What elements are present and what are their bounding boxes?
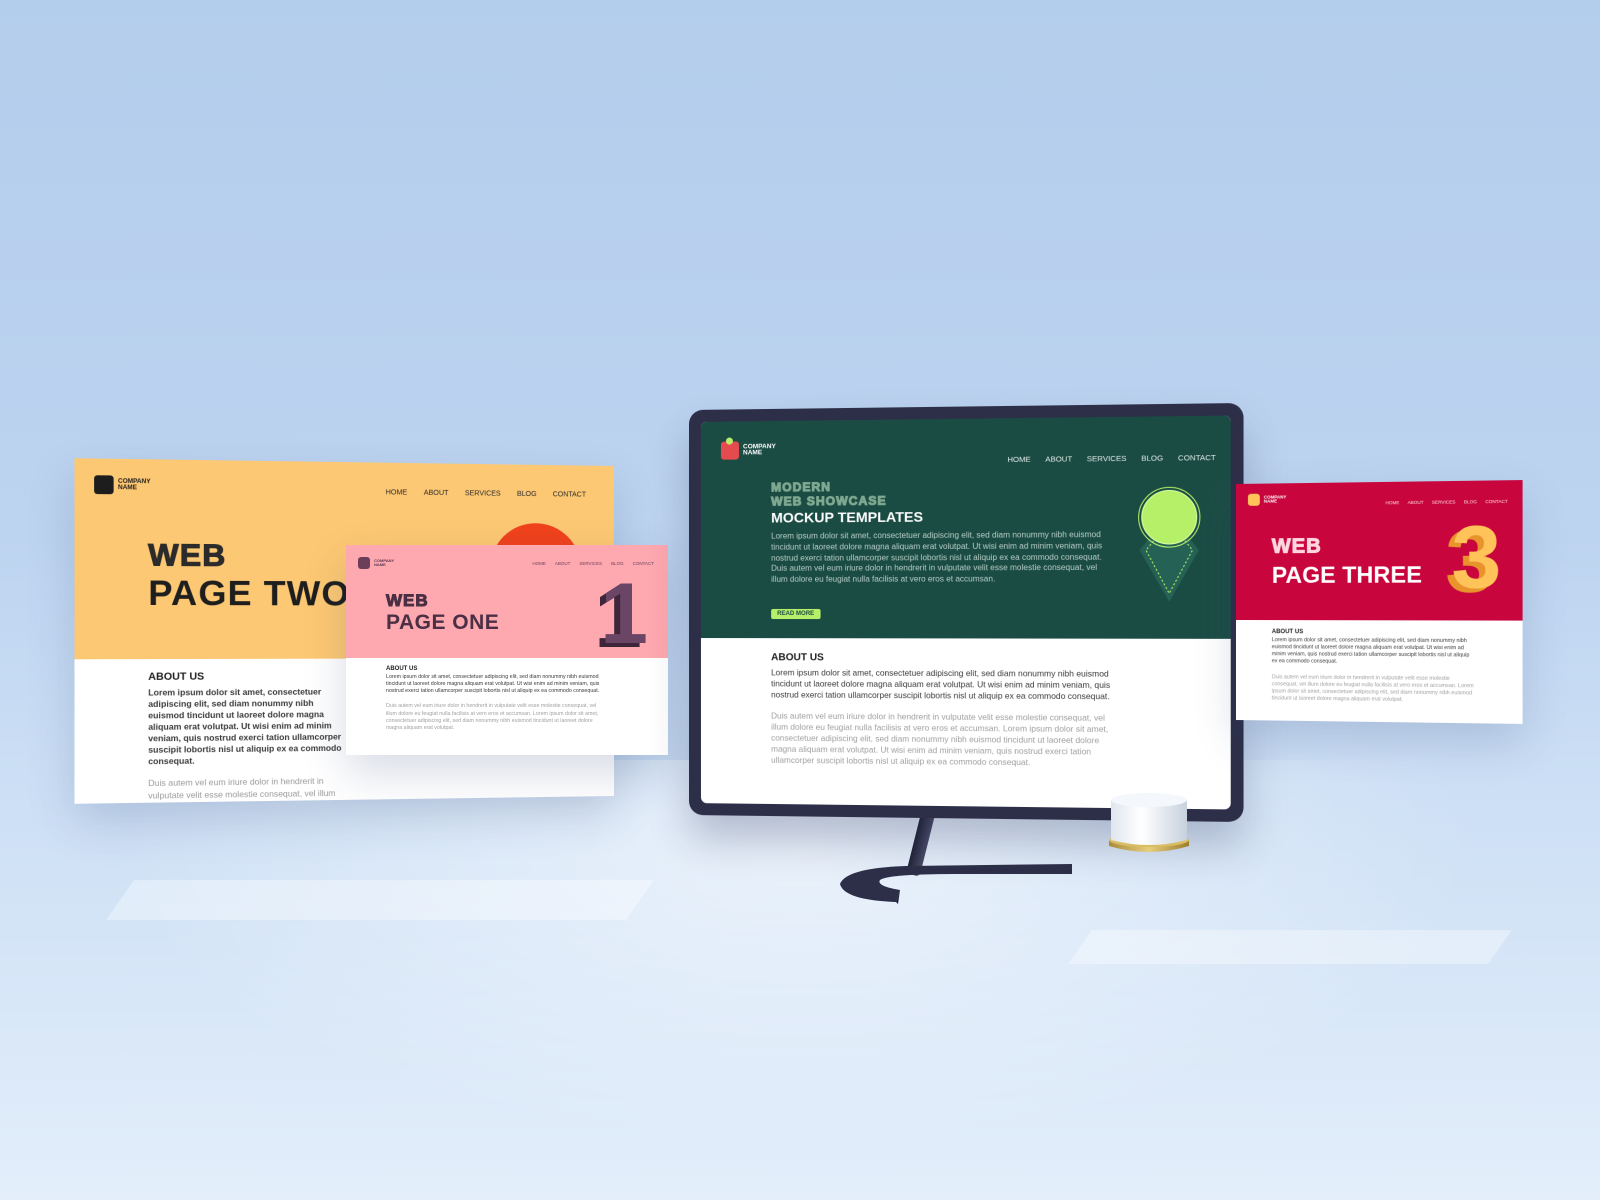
floor-glow	[0, 760, 1600, 1200]
logo-line2: NAME	[742, 449, 763, 457]
nav-item-contact[interactable]: CONTACT	[1178, 453, 1216, 463]
about-paragraph-secondary: Duis autem vel eum iriure dolor in hendr…	[386, 703, 599, 731]
nav-item-contact[interactable]: CONTACT	[553, 491, 586, 498]
nav-item-blog[interactable]: BLOG	[1464, 499, 1477, 504]
page-three-hero: COMPANY NAME HOME ABOUT SERVICES BLOG CO…	[1236, 480, 1523, 621]
logo-text: COMPANY NAME	[742, 443, 776, 457]
hero-title-outline: MODERN WEB SHOWCASE	[771, 479, 888, 509]
hero-title-outline-line2: WEB SHOWCASE	[771, 493, 888, 509]
hero-title: PAGE TWO	[148, 573, 351, 614]
page-one-hero: COMPANY NAME HOME ABOUT SERVICES BLOG CO…	[346, 545, 668, 658]
logo-text: COMPANY NAME	[374, 559, 394, 567]
nav-item-services[interactable]: SERVICES	[465, 490, 501, 498]
nav-item-about[interactable]: ABOUT	[424, 490, 449, 497]
logo-text: COMPANY NAME	[118, 479, 151, 492]
read-more-button[interactable]: READ MORE	[771, 608, 821, 620]
nav-item-contact[interactable]: CONTACT	[1485, 499, 1508, 504]
main-nav: HOME ABOUT SERVICES BLOG CONTACT	[1385, 499, 1507, 506]
logo-icon	[94, 475, 114, 495]
company-logo[interactable]: COMPANY NAME	[94, 475, 151, 495]
main-nav: HOME ABOUT SERVICES BLOG CONTACT	[386, 489, 587, 498]
hero-title-outline: WEB	[1271, 535, 1322, 558]
logo-line2: NAME	[117, 484, 138, 492]
nav-item-home[interactable]: HOME	[1385, 500, 1399, 505]
logo-line2: NAME	[374, 562, 386, 567]
page-three-card: COMPANY NAME HOME ABOUT SERVICES BLOG CO…	[1236, 480, 1523, 724]
nav-item-home[interactable]: HOME	[1007, 455, 1030, 464]
about-paragraph-secondary: Duis autem vel eum iriure dolor in hendr…	[1271, 673, 1474, 703]
about-section: ABOUT US Lorem ipsum dolor sit amet, con…	[346, 658, 668, 732]
nav-item-services[interactable]: SERVICES	[579, 561, 602, 566]
company-logo[interactable]: COMPANY NAME	[720, 441, 776, 460]
about-paragraph-secondary: Duis autem vel eum iriure dolor in hendr…	[148, 777, 336, 804]
logo-line2: NAME	[1263, 498, 1278, 504]
nav-item-about[interactable]: ABOUT	[1045, 454, 1072, 463]
about-paragraph: Lorem ipsum dolor sit amet, consectetuer…	[148, 687, 342, 767]
nav-item-home[interactable]: HOME	[532, 561, 546, 566]
logo-text: COMPANY NAME	[1263, 494, 1287, 504]
nav-item-home[interactable]: HOME	[386, 489, 408, 496]
main-nav: HOME ABOUT SERVICES BLOG CONTACT	[1007, 453, 1216, 464]
page-number: 1	[600, 566, 648, 662]
hero-lead-paragraph: Lorem ipsum dolor sit amet, consectetuer…	[771, 529, 1103, 585]
page-number: 3	[1451, 508, 1502, 608]
floor-light-band	[105, 880, 655, 920]
hero-title-outline: WEB	[148, 538, 227, 574]
nav-item-services[interactable]: SERVICES	[1087, 454, 1127, 464]
about-paragraph: Lorem ipsum dolor sit amet, consectetuer…	[771, 668, 1111, 702]
floor-light-band	[1068, 930, 1512, 964]
about-paragraph: Lorem ipsum dolor sit amet, consectetuer…	[386, 674, 600, 695]
nav-item-services[interactable]: SERVICES	[1432, 499, 1456, 504]
company-logo[interactable]: COMPANY NAME	[358, 557, 394, 569]
monitor-screen: COMPANY NAME HOME ABOUT SERVICES BLOG CO…	[700, 415, 1231, 810]
monitor-base	[840, 864, 1072, 904]
geometric-decoration-icon	[1138, 486, 1201, 602]
mockup-scene: COMPANY NAME HOME ABOUT SERVICES BLOG CO…	[0, 0, 1600, 1200]
page-one-card: COMPANY NAME HOME ABOUT SERVICES BLOG CO…	[346, 545, 668, 755]
cylinder-prop	[1109, 793, 1189, 852]
logo-icon	[1247, 493, 1260, 506]
about-heading: ABOUT US	[771, 652, 824, 664]
logo-icon	[358, 557, 370, 569]
nav-item-blog[interactable]: BLOG	[1141, 453, 1163, 462]
about-section: ABOUT US Lorem ipsum dolor sit amet, con…	[701, 638, 1231, 771]
monitor: COMPANY NAME HOME ABOUT SERVICES BLOG CO…	[689, 402, 1244, 823]
hero-title: MOCKUP TEMPLATES	[771, 508, 924, 526]
nav-item-about[interactable]: ABOUT	[555, 561, 571, 566]
about-heading: ABOUT US	[1271, 629, 1304, 636]
about-section: ABOUT US Lorem ipsum dolor sit amet, con…	[1236, 620, 1523, 705]
company-logo[interactable]: COMPANY NAME	[1247, 493, 1287, 506]
hero-title-outline: WEB	[386, 591, 429, 611]
hero-title: PAGE THREE	[1271, 561, 1423, 588]
monitor-hero: COMPANY NAME HOME ABOUT SERVICES BLOG CO…	[700, 415, 1231, 639]
hero-title: PAGE ONE	[386, 611, 500, 634]
about-heading: ABOUT US	[386, 666, 418, 672]
about-paragraph-secondary: Duis autem vel eum iriure dolor in hendr…	[771, 711, 1109, 768]
logo-icon	[720, 441, 739, 460]
about-paragraph: Lorem ipsum dolor sit amet, consectetuer…	[1271, 637, 1470, 666]
nav-item-about[interactable]: ABOUT	[1408, 500, 1424, 505]
nav-item-blog[interactable]: BLOG	[517, 491, 537, 498]
